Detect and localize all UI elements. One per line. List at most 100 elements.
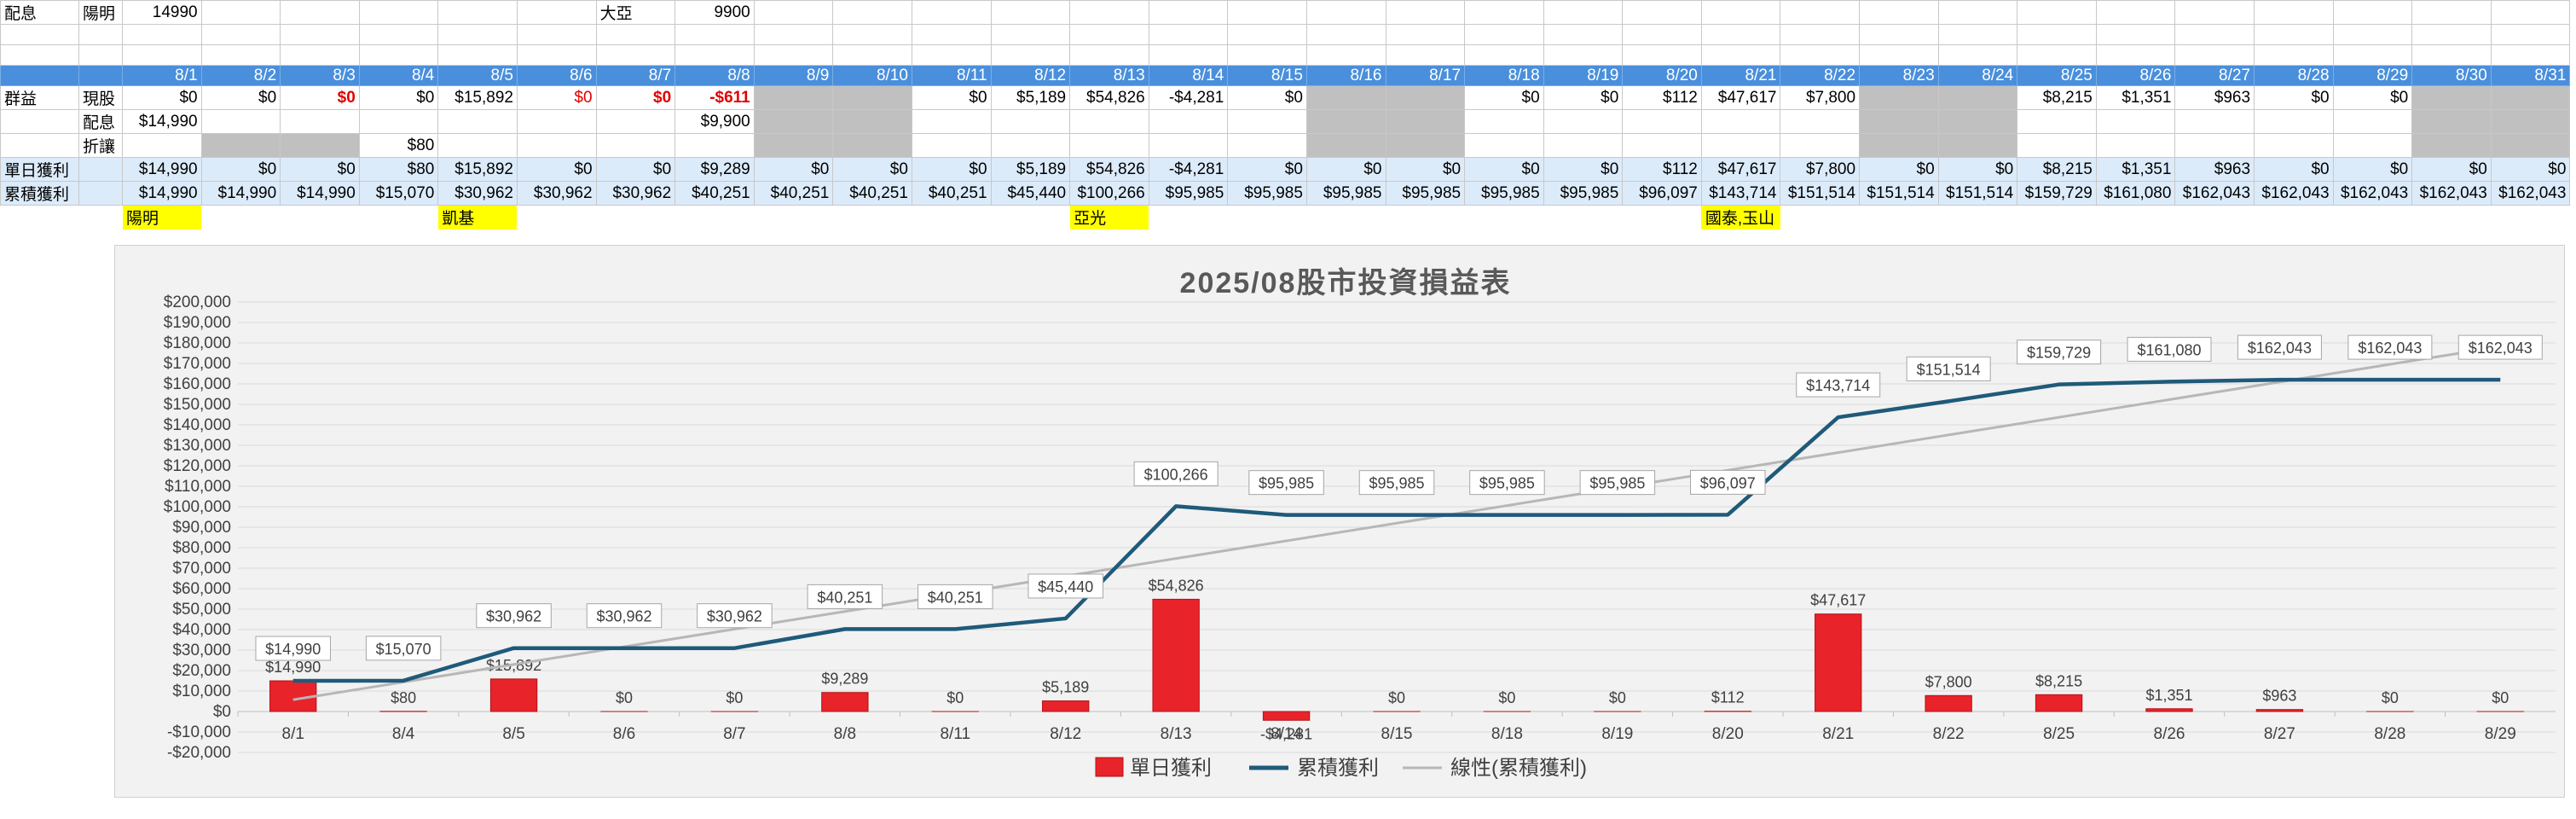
cell[interactable] <box>2490 24 2571 45</box>
daily-profit-value[interactable]: $0 <box>753 157 834 182</box>
spreadsheet[interactable]: 配息 陽明 14990 大亞 9900 8/1 8/2 8/3 8/4 8/5 8/6 8/7 8/8 8… <box>0 0 2571 229</box>
date-header[interactable]: 8/21 <box>1700 65 1781 86</box>
cumulative-profit-value[interactable]: $162,043 <box>2411 181 2492 206</box>
cumulative-profit-value[interactable]: $14,990 <box>280 181 360 206</box>
cumulative-profit-value[interactable]: $14,990 <box>200 181 281 206</box>
cell[interactable] <box>1069 0 1149 25</box>
stock-note[interactable]: 凱基 <box>437 205 518 229</box>
cell[interactable] <box>280 44 360 66</box>
cumulative-profit-value[interactable]: $95,985 <box>1543 181 1624 206</box>
header-cell[interactable] <box>78 65 123 86</box>
date-header[interactable]: 8/22 <box>1780 65 1861 86</box>
cell[interactable] <box>1859 0 1939 25</box>
dividend-value[interactable]: $9,900 <box>674 109 755 134</box>
discount-value[interactable] <box>122 133 202 158</box>
row-label-dividend[interactable]: 配息 <box>78 109 123 134</box>
date-header[interactable]: 8/5 <box>437 65 518 86</box>
daily-profit-value[interactable]: $0 <box>516 157 597 182</box>
daily-profit-value[interactable]: $0 <box>2411 157 2492 182</box>
cumulative-profit-value[interactable]: $96,097 <box>1622 181 1702 206</box>
cell[interactable] <box>1385 44 1466 66</box>
discount-value[interactable] <box>1622 133 1702 158</box>
cell[interactable] <box>1622 24 1702 45</box>
cell[interactable] <box>0 44 79 66</box>
date-header[interactable]: 8/6 <box>516 65 597 86</box>
daily-profit-value[interactable]: $80 <box>358 157 439 182</box>
daily-profit-value[interactable]: $0 <box>832 157 912 182</box>
cell[interactable] <box>675 206 755 229</box>
cell[interactable] <box>1227 24 1307 45</box>
dividend-value[interactable] <box>911 109 992 134</box>
date-header[interactable]: 8/26 <box>2095 65 2176 86</box>
daily-profit-value[interactable]: $0 <box>595 157 676 182</box>
cell[interactable] <box>2411 0 2492 25</box>
daily-profit-value[interactable]: $47,617 <box>1700 157 1781 182</box>
cell[interactable] <box>1543 44 1624 66</box>
discount-value[interactable] <box>1937 133 2018 158</box>
discount-value[interactable] <box>2332 133 2413 158</box>
date-header[interactable]: 8/17 <box>1385 65 1466 86</box>
cell[interactable] <box>832 24 912 45</box>
discount-value[interactable] <box>1385 133 1466 158</box>
cumulative-profit-value[interactable]: $100,266 <box>1069 181 1149 206</box>
dividend-value[interactable] <box>1859 109 1939 134</box>
cell[interactable] <box>1385 24 1466 45</box>
cell[interactable] <box>911 44 992 66</box>
date-header[interactable]: 8/2 <box>200 65 281 86</box>
daily-profit-value[interactable]: $0 <box>1937 157 2018 182</box>
amount-cell[interactable]: 14990 <box>122 0 202 25</box>
cell[interactable] <box>1069 44 1149 66</box>
cell[interactable] <box>1148 24 1229 45</box>
dividend-value[interactable] <box>200 109 281 134</box>
discount-value[interactable] <box>911 133 992 158</box>
cell[interactable] <box>358 24 439 45</box>
dividend-value[interactable] <box>1543 109 1624 134</box>
spot-value[interactable]: $0 <box>358 85 439 110</box>
spot-value[interactable]: $112 <box>1622 85 1702 110</box>
date-header[interactable]: 8/30 <box>2411 65 2492 86</box>
cell[interactable] <box>990 0 1071 25</box>
cell[interactable] <box>1780 0 1861 25</box>
cell[interactable] <box>911 0 992 25</box>
cumulative-profit-value[interactable]: $40,251 <box>753 181 834 206</box>
date-header[interactable]: 8/14 <box>1148 65 1229 86</box>
date-header[interactable]: 8/1 <box>122 65 202 86</box>
cell[interactable] <box>78 24 123 45</box>
daily-profit-value[interactable]: $9,289 <box>674 157 755 182</box>
cell[interactable] <box>122 44 202 66</box>
spot-value[interactable] <box>2490 85 2571 110</box>
discount-value[interactable] <box>674 133 755 158</box>
cumulative-profit-value[interactable]: $95,985 <box>1464 181 1544 206</box>
cell[interactable] <box>2333 206 2412 229</box>
cell[interactable] <box>753 0 834 25</box>
row-label-discount[interactable]: 折讓 <box>78 133 123 158</box>
cell[interactable] <box>1700 0 1781 25</box>
cell[interactable] <box>437 0 518 25</box>
spot-value[interactable]: $47,617 <box>1700 85 1781 110</box>
cumulative-profit-value[interactable]: $30,962 <box>516 181 597 206</box>
spot-value[interactable] <box>1305 85 1386 110</box>
dividend-value[interactable] <box>1622 109 1702 134</box>
spot-value[interactable] <box>1385 85 1466 110</box>
cell[interactable] <box>1938 206 2017 229</box>
cumulative-profit-value[interactable]: $40,251 <box>674 181 755 206</box>
cell[interactable] <box>2254 44 2334 66</box>
daily-profit-value[interactable]: $0 <box>280 157 360 182</box>
cell[interactable] <box>2412 206 2492 229</box>
cell[interactable] <box>280 24 360 45</box>
daily-profit-value[interactable]: $14,990 <box>122 157 202 182</box>
date-header[interactable]: 8/28 <box>2254 65 2334 86</box>
amount-cell[interactable]: 9900 <box>674 0 755 25</box>
cell[interactable] <box>516 24 597 45</box>
cell[interactable] <box>2332 44 2413 66</box>
cell[interactable] <box>912 206 991 229</box>
cell[interactable] <box>1386 206 1465 229</box>
daily-profit-value[interactable]: $112 <box>1622 157 1702 182</box>
cell[interactable] <box>2332 0 2413 25</box>
cell[interactable] <box>0 24 79 45</box>
spot-value[interactable]: $0 <box>1227 85 1307 110</box>
dividend-value[interactable] <box>1937 109 2018 134</box>
cumulative-profit-value[interactable]: $45,440 <box>990 181 1071 206</box>
row-label-spot[interactable]: 現股 <box>78 85 123 110</box>
cell[interactable] <box>991 206 1070 229</box>
